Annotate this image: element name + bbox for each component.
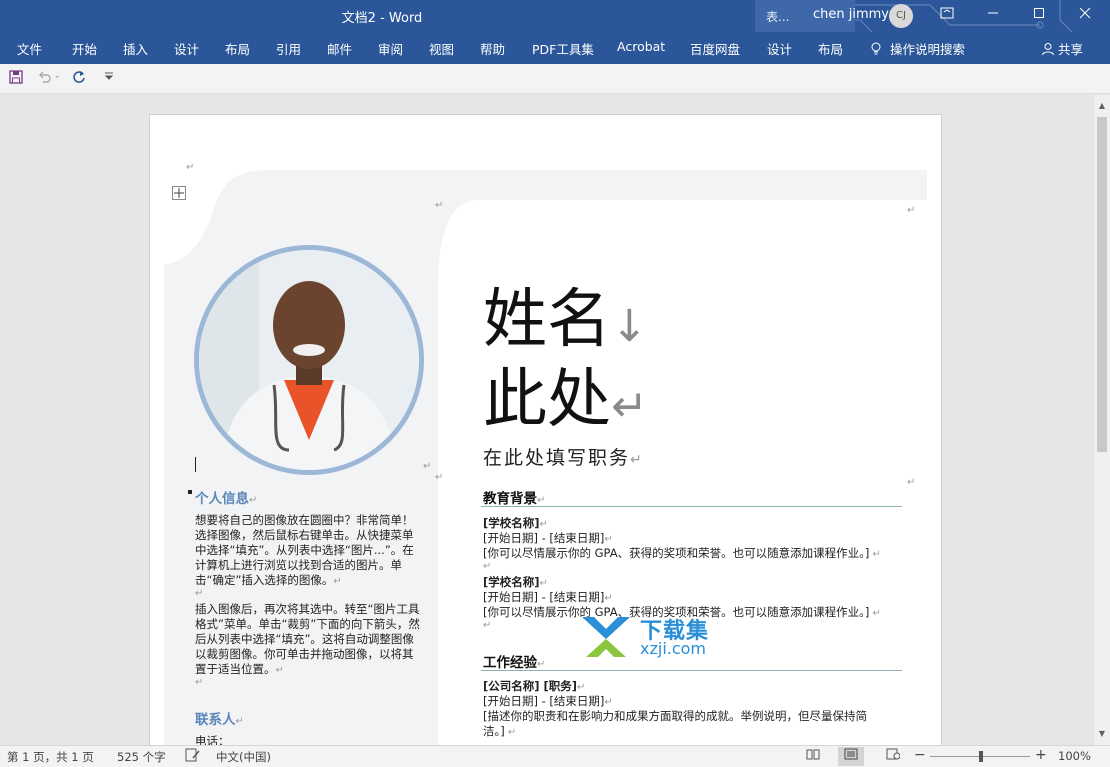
personal-info-heading: 个人信息↵: [195, 491, 258, 507]
paragraph-mark: ↵: [907, 205, 916, 216]
tab-home[interactable]: 开始: [72, 39, 97, 58]
lightbulb-icon: [871, 42, 881, 55]
vertical-scrollbar[interactable]: ▲ ▼: [1093, 95, 1110, 745]
paragraph-mark: ↵: [435, 200, 444, 211]
site-watermark: 下载集 xzji.com: [578, 613, 728, 663]
ribbon-tab-bar: 文件 开始 插入 设计 布局 引用 邮件 审阅 视图 帮助 PDF工具集 Acr…: [0, 32, 1110, 64]
personal-info-paragraph-2: 插入图像后，再次将其选中。转至“图片工具格式”菜单。单击“裁剪”下面的向下箭头，…: [195, 602, 420, 676]
section-divider: [481, 506, 902, 507]
paragraph-mark: ↵: [195, 677, 204, 688]
zoom-in-icon[interactable]: +: [1035, 747, 1047, 763]
language[interactable]: 中文(中国): [216, 749, 271, 765]
page-count[interactable]: 第 1 页，共 1 页: [7, 749, 94, 765]
scroll-up-icon[interactable]: ▲: [1094, 98, 1110, 114]
work-description: [描述你的职责和在影响力和成果方面取得的成就。举例说明，但尽量保持简: [483, 709, 867, 723]
paragraph-mark: ↵: [483, 561, 492, 572]
tab-acrobat[interactable]: Acrobat: [617, 39, 665, 54]
paragraph-mark: ↵: [195, 588, 204, 599]
tab-layout[interactable]: 布局: [225, 39, 250, 58]
tab-help[interactable]: 帮助: [480, 39, 505, 58]
tab-review[interactable]: 审阅: [378, 39, 403, 58]
paragraph-mark: ↵: [435, 472, 444, 483]
table-move-handle-icon[interactable]: [172, 185, 186, 204]
contact-heading: 联系人↵: [195, 712, 244, 728]
list-marker: [188, 490, 192, 494]
education-description: [你可以尽情展示你的 GPA、获得的奖项和荣誉。也可以随意添加课程作业。] ↵: [483, 546, 881, 560]
document-page[interactable]: ↵ ↵ ↵ ↵ ↵ 个人信息↵ 想要将自己的图像放在圆圈中？非常简单！选择图像，…: [149, 114, 942, 745]
doctor-portrait: [199, 250, 419, 470]
window-title: 文档2 - Word: [341, 11, 423, 26]
paragraph-mark: ↵: [907, 477, 916, 488]
job-title: 在此处填写职务↵: [483, 447, 644, 469]
school-name: [学校名称]↵: [483, 575, 548, 589]
name-line-2: 此处↵: [483, 363, 648, 437]
document-canvas[interactable]: ↵ ↵ ↵ ↵ ↵ 个人信息↵ 想要将自己的图像放在圆圈中？非常简单！选择图像，…: [0, 95, 1093, 745]
watermark-logo-icon: [582, 617, 630, 657]
maximize-button[interactable]: [1016, 0, 1062, 32]
zoom-level[interactable]: 100%: [1058, 749, 1091, 763]
minimize-button[interactable]: [970, 0, 1016, 32]
zoom-slider-thumb[interactable]: [979, 751, 983, 762]
customize-toolbar-icon[interactable]: [104, 70, 114, 86]
tab-design[interactable]: 设计: [174, 39, 199, 58]
avatar[interactable]: CJ: [889, 4, 913, 28]
tell-me-label: 操作说明搜索: [890, 42, 966, 57]
phone-label: 电话：: [195, 734, 230, 745]
personal-info-paragraph-1: 想要将自己的图像放在圆圈中？非常简单！选择图像，然后鼠标右键单击。从快捷菜单中选…: [195, 513, 414, 587]
text-cursor: [195, 457, 196, 472]
profile-photo[interactable]: [194, 245, 424, 475]
account-name[interactable]: chen jimmy: [813, 7, 889, 22]
paragraph-mark: ↵: [483, 620, 492, 631]
scroll-thumb[interactable]: [1097, 117, 1107, 452]
education-heading: 教育背景↵: [483, 491, 546, 507]
tab-baidu-netdisk[interactable]: 百度网盘: [690, 39, 740, 58]
print-layout-icon[interactable]: [838, 747, 864, 766]
tab-mailings[interactable]: 邮件: [327, 39, 352, 58]
undo-icon[interactable]: [37, 70, 59, 88]
tab-pdf-tools[interactable]: PDF工具集: [532, 39, 594, 58]
paragraph-mark: ↵: [423, 461, 432, 472]
paragraph-mark: ↵: [186, 162, 195, 173]
tab-insert[interactable]: 插入: [123, 39, 148, 58]
person-icon: [1042, 43, 1054, 56]
ribbon-display-options-icon[interactable]: [924, 0, 970, 32]
scroll-down-icon[interactable]: ▼: [1094, 726, 1110, 742]
work-heading: 工作经验↵: [483, 655, 546, 671]
work-description-continued: 洁。] ↵: [483, 724, 517, 738]
tab-file[interactable]: 文件: [17, 39, 42, 58]
read-mode-icon[interactable]: [800, 747, 826, 766]
work-dates: [开始日期] - [结束日期]↵: [483, 694, 613, 708]
zoom-out-icon[interactable]: −: [914, 747, 926, 763]
tab-table-design[interactable]: 设计: [767, 39, 792, 58]
close-button[interactable]: [1062, 0, 1108, 32]
name-line-1: 姓名↓: [483, 283, 648, 357]
contextual-tab-label[interactable]: 表...: [766, 8, 789, 25]
share-button[interactable]: 共享: [1041, 39, 1083, 58]
proofing-icon[interactable]: [185, 748, 201, 765]
school-name: [学校名称]↵: [483, 516, 548, 530]
tell-me-search[interactable]: 操作说明搜索: [870, 39, 965, 58]
tab-references[interactable]: 引用: [276, 39, 301, 58]
redo-icon[interactable]: [72, 70, 86, 88]
status-bar: 第 1 页，共 1 页 525 个字 中文(中国) − + 100%: [0, 745, 1110, 767]
quick-access-toolbar: [0, 64, 1110, 94]
section-divider: [481, 670, 902, 671]
company-and-role: [公司名称] [职务]↵: [483, 679, 586, 693]
share-label: 共享: [1058, 42, 1084, 57]
web-layout-icon[interactable]: [880, 747, 906, 766]
word-count[interactable]: 525 个字: [117, 749, 166, 765]
tab-table-layout[interactable]: 布局: [818, 39, 843, 58]
education-dates: [开始日期] - [结束日期]↵: [483, 590, 613, 604]
save-icon[interactable]: [9, 70, 23, 88]
tab-view[interactable]: 视图: [429, 39, 454, 58]
education-dates: [开始日期] - [结束日期]↵: [483, 531, 613, 545]
